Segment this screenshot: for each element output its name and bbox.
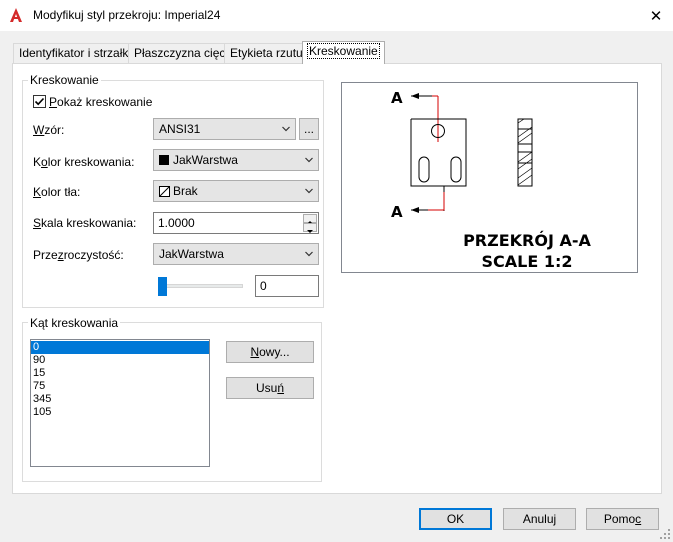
tab-identifier-arrows[interactable]: Identyfikator i strzałki — [13, 43, 138, 63]
window-title: Modyfikuj styl przekroju: Imperial24 — [33, 8, 221, 22]
angle-list-item[interactable]: 75 — [31, 380, 209, 393]
hatch-angle-list[interactable]: 0 90 15 75 345 105 — [30, 339, 210, 467]
preview-caption-scale: SCALE 1:2 — [481, 252, 572, 271]
background-color-label: Kolor tła: — [33, 185, 81, 199]
title-bar: Modyfikuj styl przekroju: Imperial24 ✕ — [0, 0, 673, 31]
show-hatch-label[interactable]: Pokaż kreskowanie — [49, 95, 152, 109]
help-button[interactable]: Pomo c — [586, 508, 659, 530]
section-preview-drawing: A A PRZEKRÓJ A-A SCALE 1:2 — [391, 89, 592, 271]
tab-hatching[interactable]: Kreskowanie — [302, 41, 385, 64]
background-color-dropdown[interactable]: Brak — [153, 180, 319, 202]
pattern-browse-button[interactable]: ... — [299, 118, 319, 140]
cancel-button[interactable]: Anuluj — [503, 508, 576, 530]
chevron-down-icon — [282, 126, 290, 132]
arrow-label-top: A — [391, 89, 403, 107]
hatch-scale-label: Skala kreskowania: — [33, 216, 137, 230]
scale-spin-down-button[interactable] — [303, 223, 317, 233]
hatch-color-dropdown[interactable]: JakWarstwa — [153, 149, 319, 171]
transparency-label: Przezroczystość: — [33, 248, 124, 262]
pattern-label: Wzór: — [33, 123, 65, 137]
chevron-down-icon — [305, 157, 313, 163]
angle-list-item[interactable]: 105 — [31, 406, 209, 419]
autocad-logo-icon — [10, 8, 22, 22]
angle-list-item[interactable]: 90 — [31, 354, 209, 367]
delete-angle-button[interactable]: Usu ń — [226, 377, 314, 399]
no-color-swatch-icon — [159, 186, 170, 197]
angle-list-item[interactable]: 15 — [31, 367, 209, 380]
chevron-down-icon — [305, 251, 313, 257]
close-button[interactable]: ✕ — [645, 6, 667, 26]
spin-down-icon — [307, 230, 313, 233]
ok-button[interactable]: OK — [419, 508, 492, 530]
close-icon: ✕ — [649, 8, 663, 25]
color-swatch-icon — [159, 155, 169, 165]
hatch-color-label: Kolor kreskowania: — [33, 155, 135, 169]
angle-list-item[interactable]: 0 — [31, 341, 209, 354]
transparency-dropdown[interactable]: JakWarstwa — [153, 243, 319, 265]
hatch-angle-group-title: Kąt kreskowania — [28, 316, 121, 330]
preview-caption-title: PRZEKRÓJ A-A — [463, 231, 591, 250]
section-preview: A A PRZEKRÓJ A-A SCALE 1:2 — [341, 82, 638, 273]
hatch-group-title: Kreskowanie — [28, 73, 101, 87]
show-hatch-checkbox[interactable] — [33, 95, 46, 108]
angle-list-item[interactable]: 345 — [31, 393, 209, 406]
scale-spin-up-button[interactable] — [303, 214, 317, 224]
pattern-dropdown[interactable]: ANSI31 — [153, 118, 296, 140]
resize-grip-icon[interactable] — [659, 528, 671, 540]
new-angle-button[interactable]: Nowy... — [226, 341, 314, 363]
transparency-slider-thumb[interactable] — [158, 277, 167, 296]
transparency-value-input[interactable]: 0 — [255, 275, 319, 297]
tab-view-label[interactable]: Etykieta rzutu — [224, 43, 309, 63]
hatch-scale-input[interactable]: 1.0000 — [153, 212, 319, 234]
chevron-down-icon — [305, 188, 313, 194]
checkmark-icon — [34, 97, 45, 106]
arrow-label-bottom: A — [391, 203, 403, 221]
transparency-slider-track[interactable] — [160, 284, 243, 288]
